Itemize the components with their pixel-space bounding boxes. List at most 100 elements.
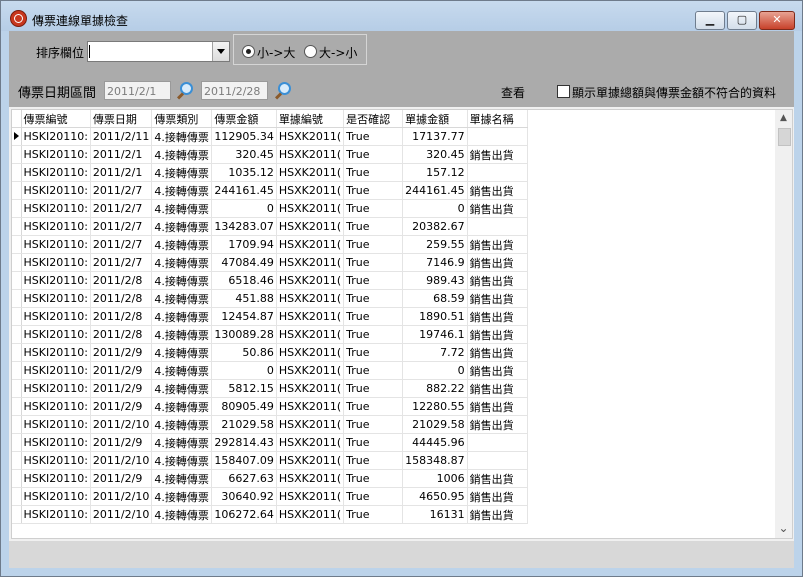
scroll-down-icon[interactable]: ⌄	[775, 520, 792, 537]
row-selector[interactable]	[12, 379, 22, 398]
table-cell[interactable]: 4.接轉傳票	[151, 505, 213, 524]
voucher-grid[interactable]: 傳票編號 傳票日期 傳票類別 傳票金額 單據編號 是否確認 單據金額 單據名稱 HSKI201…	[11, 109, 793, 539]
row-selector[interactable]	[12, 469, 22, 488]
sort-asc-label[interactable]: 小->大	[257, 44, 295, 61]
table-cell[interactable]: 20382.67	[402, 217, 468, 236]
column-header[interactable]: 單據金額	[402, 110, 468, 128]
table-cell[interactable]: 2011/2/9	[90, 361, 153, 380]
date-from-search-icon[interactable]	[175, 81, 193, 101]
table-cell[interactable]	[467, 217, 528, 236]
table-cell[interactable]: HSKI20110:	[21, 451, 91, 470]
row-selector[interactable]	[12, 433, 22, 452]
table-cell[interactable]: True	[343, 307, 404, 326]
table-cell[interactable]: HSKI20110:	[21, 397, 91, 416]
table-cell[interactable]: 4.接轉傳票	[151, 397, 213, 416]
table-cell[interactable]: 2011/2/9	[90, 379, 153, 398]
table-cell[interactable]: 2011/2/11	[90, 127, 153, 146]
table-cell[interactable]: 2011/2/9	[90, 343, 153, 362]
column-header[interactable]: 傳票編號	[21, 110, 91, 128]
table-row[interactable]: HSKI20110: 2011/2/10 4.接轉傳票 106272.64 HSXK20…	[12, 505, 528, 524]
row-selector[interactable]	[12, 307, 22, 326]
row-selector[interactable]	[12, 235, 22, 254]
table-cell[interactable]: 12280.55	[402, 397, 468, 416]
table-cell[interactable]: 銷售出貨	[467, 505, 528, 524]
table-cell[interactable]: 2011/2/7	[90, 217, 153, 236]
table-row[interactable]: HSKI20110: 2011/2/7 4.接轉傳票 47084.49 HSXK2011…	[12, 253, 528, 272]
table-cell[interactable]: HSKI20110:	[21, 379, 91, 398]
table-cell[interactable]: 44445.96	[402, 433, 468, 452]
row-selector[interactable]	[12, 397, 22, 416]
close-button[interactable]: ✕	[759, 11, 795, 30]
row-selector[interactable]	[12, 415, 22, 434]
table-cell[interactable]: 989.43	[402, 271, 468, 290]
column-header[interactable]: 單據編號	[276, 110, 345, 128]
table-row[interactable]: HSKI20110: 2011/2/9 4.接轉傳票 80905.49 HSXK2011…	[12, 397, 528, 416]
chevron-down-icon[interactable]	[212, 42, 229, 61]
table-cell[interactable]: 112905.34	[211, 127, 277, 146]
table-cell[interactable]: 4.接轉傳票	[151, 379, 213, 398]
table-cell[interactable]: 0	[402, 361, 468, 380]
table-cell[interactable]: 4.接轉傳票	[151, 289, 213, 308]
table-cell[interactable]: HSXK2011(	[276, 361, 345, 380]
table-cell[interactable]: HSKI20110:	[21, 163, 91, 182]
table-cell[interactable]: 4.接轉傳票	[151, 253, 213, 272]
table-cell[interactable]: 2011/2/9	[90, 469, 153, 488]
table-row[interactable]: HSKI20110: 2011/2/9 4.接轉傳票 0 HSXK2011(True 0 銷…	[12, 361, 528, 380]
table-cell[interactable]: HSKI20110:	[21, 433, 91, 452]
table-cell[interactable]: HSKI20110:	[21, 145, 91, 164]
table-cell[interactable]: 1709.94	[211, 235, 277, 254]
column-header[interactable]: 傳票金額	[211, 110, 277, 128]
query-button[interactable]: 查看	[501, 84, 525, 101]
table-cell[interactable]: HSXK2011(	[276, 199, 345, 218]
table-cell[interactable]: HSKI20110:	[21, 469, 91, 488]
table-cell[interactable]: HSXK2011(	[276, 145, 345, 164]
row-selector[interactable]	[12, 325, 22, 344]
table-cell[interactable]: 4.接轉傳票	[151, 487, 213, 506]
table-cell[interactable]: HSXK2011(	[276, 307, 345, 326]
table-cell[interactable]: 4.接轉傳票	[151, 361, 213, 380]
table-cell[interactable]: 4.接轉傳票	[151, 199, 213, 218]
table-cell[interactable]: HSXK2011(	[276, 397, 345, 416]
table-cell[interactable]: 21029.58	[211, 415, 277, 434]
row-selector[interactable]	[12, 217, 22, 236]
table-cell[interactable]: True	[343, 145, 404, 164]
table-cell[interactable]: 47084.49	[211, 253, 277, 272]
table-cell[interactable]: 320.45	[211, 145, 277, 164]
table-row[interactable]: HSKI20110: 2011/2/7 4.接轉傳票 244161.45 HSXK201…	[12, 181, 528, 200]
table-cell[interactable]: 2011/2/9	[90, 397, 153, 416]
table-row[interactable]: HSKI20110: 2011/2/1 4.接轉傳票 320.45 HSXK2011(T…	[12, 145, 528, 164]
table-cell[interactable]: 0	[402, 199, 468, 218]
row-selector[interactable]	[12, 289, 22, 308]
table-row[interactable]: HSKI20110: 2011/2/1 4.接轉傳票 1035.12 HSXK2011(…	[12, 163, 528, 182]
scroll-up-icon[interactable]: ▲	[775, 110, 792, 127]
table-cell[interactable]: 1890.51	[402, 307, 468, 326]
table-cell[interactable]: 2011/2/9	[90, 433, 153, 452]
table-cell[interactable]: HSXK2011(	[276, 325, 345, 344]
row-selector[interactable]	[12, 253, 22, 272]
table-cell[interactable]: 2011/2/7	[90, 235, 153, 254]
sort-desc-label[interactable]: 大->小	[319, 44, 357, 61]
table-cell[interactable]: HSKI20110:	[21, 271, 91, 290]
table-row[interactable]: HSKI20110: 2011/2/10 4.接轉傳票 158407.09 HSXK20…	[12, 451, 528, 470]
table-cell[interactable]: 銷售出貨	[467, 181, 528, 200]
table-cell[interactable]: True	[343, 343, 404, 362]
mismatch-checkbox-label[interactable]: 顯示單據總額與傳票金額不符合的資料	[572, 84, 776, 101]
table-row[interactable]: HSKI20110: 2011/2/7 4.接轉傳票 1709.94 HSXK2011(…	[12, 235, 528, 254]
table-cell[interactable]: 銷售出貨	[467, 415, 528, 434]
table-cell[interactable]: 銷售出貨	[467, 289, 528, 308]
mismatch-checkbox[interactable]	[557, 85, 570, 98]
table-cell[interactable]: 158348.87	[402, 451, 468, 470]
table-cell[interactable]: HSXK2011(	[276, 505, 345, 524]
table-cell[interactable]: 4.接轉傳票	[151, 451, 213, 470]
table-cell[interactable]: 銷售出貨	[467, 487, 528, 506]
table-cell[interactable]: 158407.09	[211, 451, 277, 470]
table-cell[interactable]: 2011/2/8	[90, 307, 153, 326]
table-cell[interactable]: True	[343, 379, 404, 398]
row-selector[interactable]	[12, 199, 22, 218]
sort-desc-radio[interactable]	[304, 45, 317, 58]
table-cell[interactable]: 4.接轉傳票	[151, 127, 213, 146]
table-cell[interactable]: True	[343, 127, 404, 146]
table-cell[interactable]: HSXK2011(	[276, 217, 345, 236]
table-cell[interactable]: 2011/2/8	[90, 271, 153, 290]
table-cell[interactable]: 銷售出貨	[467, 235, 528, 254]
